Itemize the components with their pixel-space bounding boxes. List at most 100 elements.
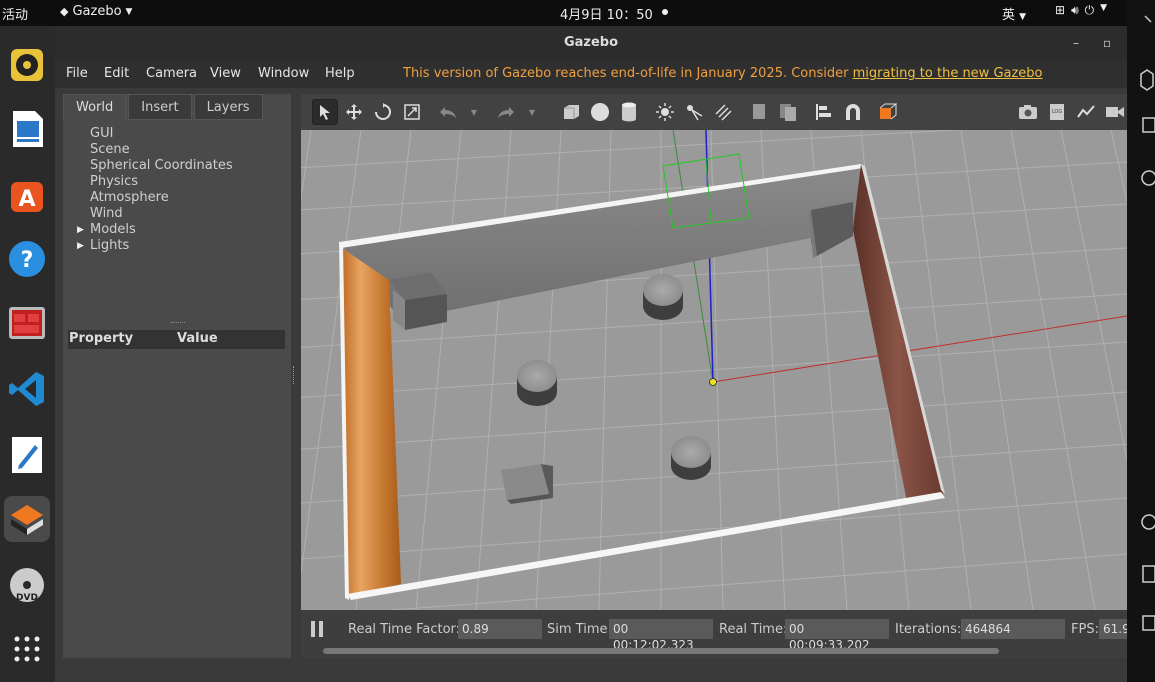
expand-arrow-icon[interactable]: ▶	[77, 238, 84, 254]
x-axis-line	[712, 315, 1127, 383]
window-titlebar[interactable]: Gazebo – ▫	[55, 26, 1127, 60]
menu-view[interactable]: View	[210, 66, 241, 81]
undo-icon	[440, 107, 456, 118]
expand-arrow-icon[interactable]: ▶	[77, 222, 84, 238]
tree-item-wind[interactable]: Wind	[63, 206, 291, 222]
minimize-button[interactable]: –	[1073, 26, 1079, 60]
maximize-button[interactable]: ▫	[1103, 26, 1111, 60]
gitk-icon[interactable]	[4, 300, 50, 346]
insert-sphere-button[interactable]	[587, 99, 613, 125]
menu-camera[interactable]: Camera	[146, 66, 197, 81]
iterations-value: 464864	[961, 619, 1065, 639]
tab-insert[interactable]: Insert	[128, 94, 192, 120]
undo-button[interactable]	[435, 99, 461, 125]
plot-button[interactable]	[1073, 99, 1099, 125]
directional-light-button[interactable]	[710, 99, 736, 125]
pause-button[interactable]	[309, 620, 325, 638]
view-angle-button[interactable]	[876, 99, 902, 125]
libreoffice-impress-icon[interactable]	[4, 106, 50, 152]
video-record-button[interactable]	[1102, 99, 1128, 125]
align-button[interactable]	[811, 99, 837, 125]
gazebo-app-icon: ◆	[60, 5, 69, 18]
cylinder-center-top	[643, 274, 683, 320]
redo-history-button[interactable]: ▼	[519, 99, 545, 125]
plot-icon	[1077, 105, 1095, 118]
tree-item-scene[interactable]: Scene	[63, 142, 291, 158]
screenshot-button[interactable]	[1015, 99, 1041, 125]
clock[interactable]: 4月9日 10：50	[560, 4, 653, 23]
3d-viewport[interactable]	[301, 130, 1127, 610]
insert-cylinder-button[interactable]	[616, 99, 642, 125]
app-menu[interactable]: ◆ Gazebo ▼	[60, 4, 132, 19]
log-button[interactable]: LOG	[1044, 99, 1070, 125]
document-icon	[13, 111, 43, 147]
insert-box-button[interactable]	[558, 99, 584, 125]
tree-item-gui[interactable]: GUI	[63, 126, 291, 142]
tree-item-spherical-coordinates[interactable]: Spherical Coordinates	[63, 158, 291, 174]
arrow-pointer-icon	[320, 105, 330, 120]
scene-toolbar: ▼ ▼ LOG	[301, 94, 1127, 130]
status-bar: Real Time Factor: 0.89 Sim Time: 00 00:1…	[301, 610, 1127, 658]
point-light-button[interactable]	[652, 99, 678, 125]
help-icon[interactable]: ?	[4, 236, 50, 282]
system-tray[interactable]: ⊞ 🔊︎ ⏻ ▼	[1055, 3, 1107, 18]
chevron-down-icon: ▼	[470, 107, 478, 117]
chevron-down-icon: ▼	[1100, 3, 1108, 13]
copy-button[interactable]	[746, 99, 772, 125]
sim-time-value: 00 00:12:02.323	[609, 619, 713, 652]
rhythmbox-icon[interactable]	[4, 42, 50, 88]
chevron-down-icon: ▼	[528, 107, 536, 117]
world-tree: GUI Scene Spherical Coordinates Physics …	[63, 126, 291, 254]
tree-item-physics[interactable]: Physics	[63, 174, 291, 190]
panel-splitter[interactable]	[293, 366, 296, 384]
migration-link[interactable]: migrating to the new Gazebo	[853, 66, 1043, 81]
translate-mode-button[interactable]	[341, 99, 367, 125]
menu-edit[interactable]: Edit	[104, 66, 129, 81]
desktop: 活动 ◆ Gazebo ▼ 4月9日 10：50 英 ▼ ⊞ 🔊︎ ⏻ ▼ A …	[0, 0, 1155, 682]
tab-layers[interactable]: Layers	[193, 94, 263, 120]
rotate-mode-button[interactable]	[370, 99, 396, 125]
menu-help[interactable]: Help	[325, 66, 355, 81]
text-editor-icon[interactable]	[4, 432, 50, 478]
select-mode-button[interactable]	[312, 99, 338, 125]
splitter-handle[interactable]	[171, 322, 185, 323]
show-apps-button[interactable]	[4, 626, 50, 672]
input-method[interactable]: 英 ▼	[1002, 4, 1026, 23]
vscode-icon[interactable]	[4, 366, 50, 412]
fps-value: 61.9	[1099, 619, 1127, 639]
paste-button[interactable]	[775, 99, 801, 125]
gazebo-dock-icon[interactable]	[4, 496, 50, 542]
speaker-icon	[11, 49, 43, 81]
scale-mode-button[interactable]	[399, 99, 425, 125]
tree-item-models[interactable]: ▶ Models	[63, 222, 291, 238]
log-icon: LOG	[1050, 104, 1064, 120]
software-store-icon[interactable]: A	[4, 172, 50, 218]
undo-history-button[interactable]: ▼	[461, 99, 487, 125]
real-time-value: 00 00:09:33.202	[785, 619, 889, 652]
redo-button[interactable]	[493, 99, 519, 125]
gazebo-window: Gazebo – ▫ File Edit Camera View Window …	[55, 26, 1127, 682]
spot-light-button[interactable]	[681, 99, 707, 125]
snap-button[interactable]	[840, 99, 866, 125]
view-cube-icon	[879, 103, 898, 120]
spotlight-icon	[687, 105, 703, 121]
panel-tabs: World Insert Layers	[63, 94, 265, 120]
cylinder-left	[517, 360, 557, 406]
tree-item-lights[interactable]: ▶ Lights	[63, 238, 291, 254]
menu-file[interactable]: File	[66, 66, 88, 81]
tab-world[interactable]: World	[63, 94, 127, 120]
adjacent-window-edge	[1127, 0, 1155, 682]
code-editor-icon	[9, 372, 44, 406]
menu-window[interactable]: Window	[258, 66, 309, 81]
menu-bar: File Edit Camera View Window Help This v…	[55, 60, 1127, 88]
chevron-down-icon: ▼	[125, 6, 133, 17]
eol-warning: This version of Gazebo reaches end-of-li…	[403, 66, 1043, 81]
dvd-icon[interactable]: DVD	[4, 562, 50, 608]
horizontal-scrollbar[interactable]	[323, 648, 999, 654]
tree-item-atmosphere[interactable]: Atmosphere	[63, 190, 291, 206]
side-icons	[1140, 15, 1155, 631]
power-icon: ⏻	[1084, 3, 1095, 17]
activities-button[interactable]: 活动	[2, 4, 28, 23]
directional-light-icon	[715, 104, 732, 121]
pencil-icon	[12, 437, 42, 473]
